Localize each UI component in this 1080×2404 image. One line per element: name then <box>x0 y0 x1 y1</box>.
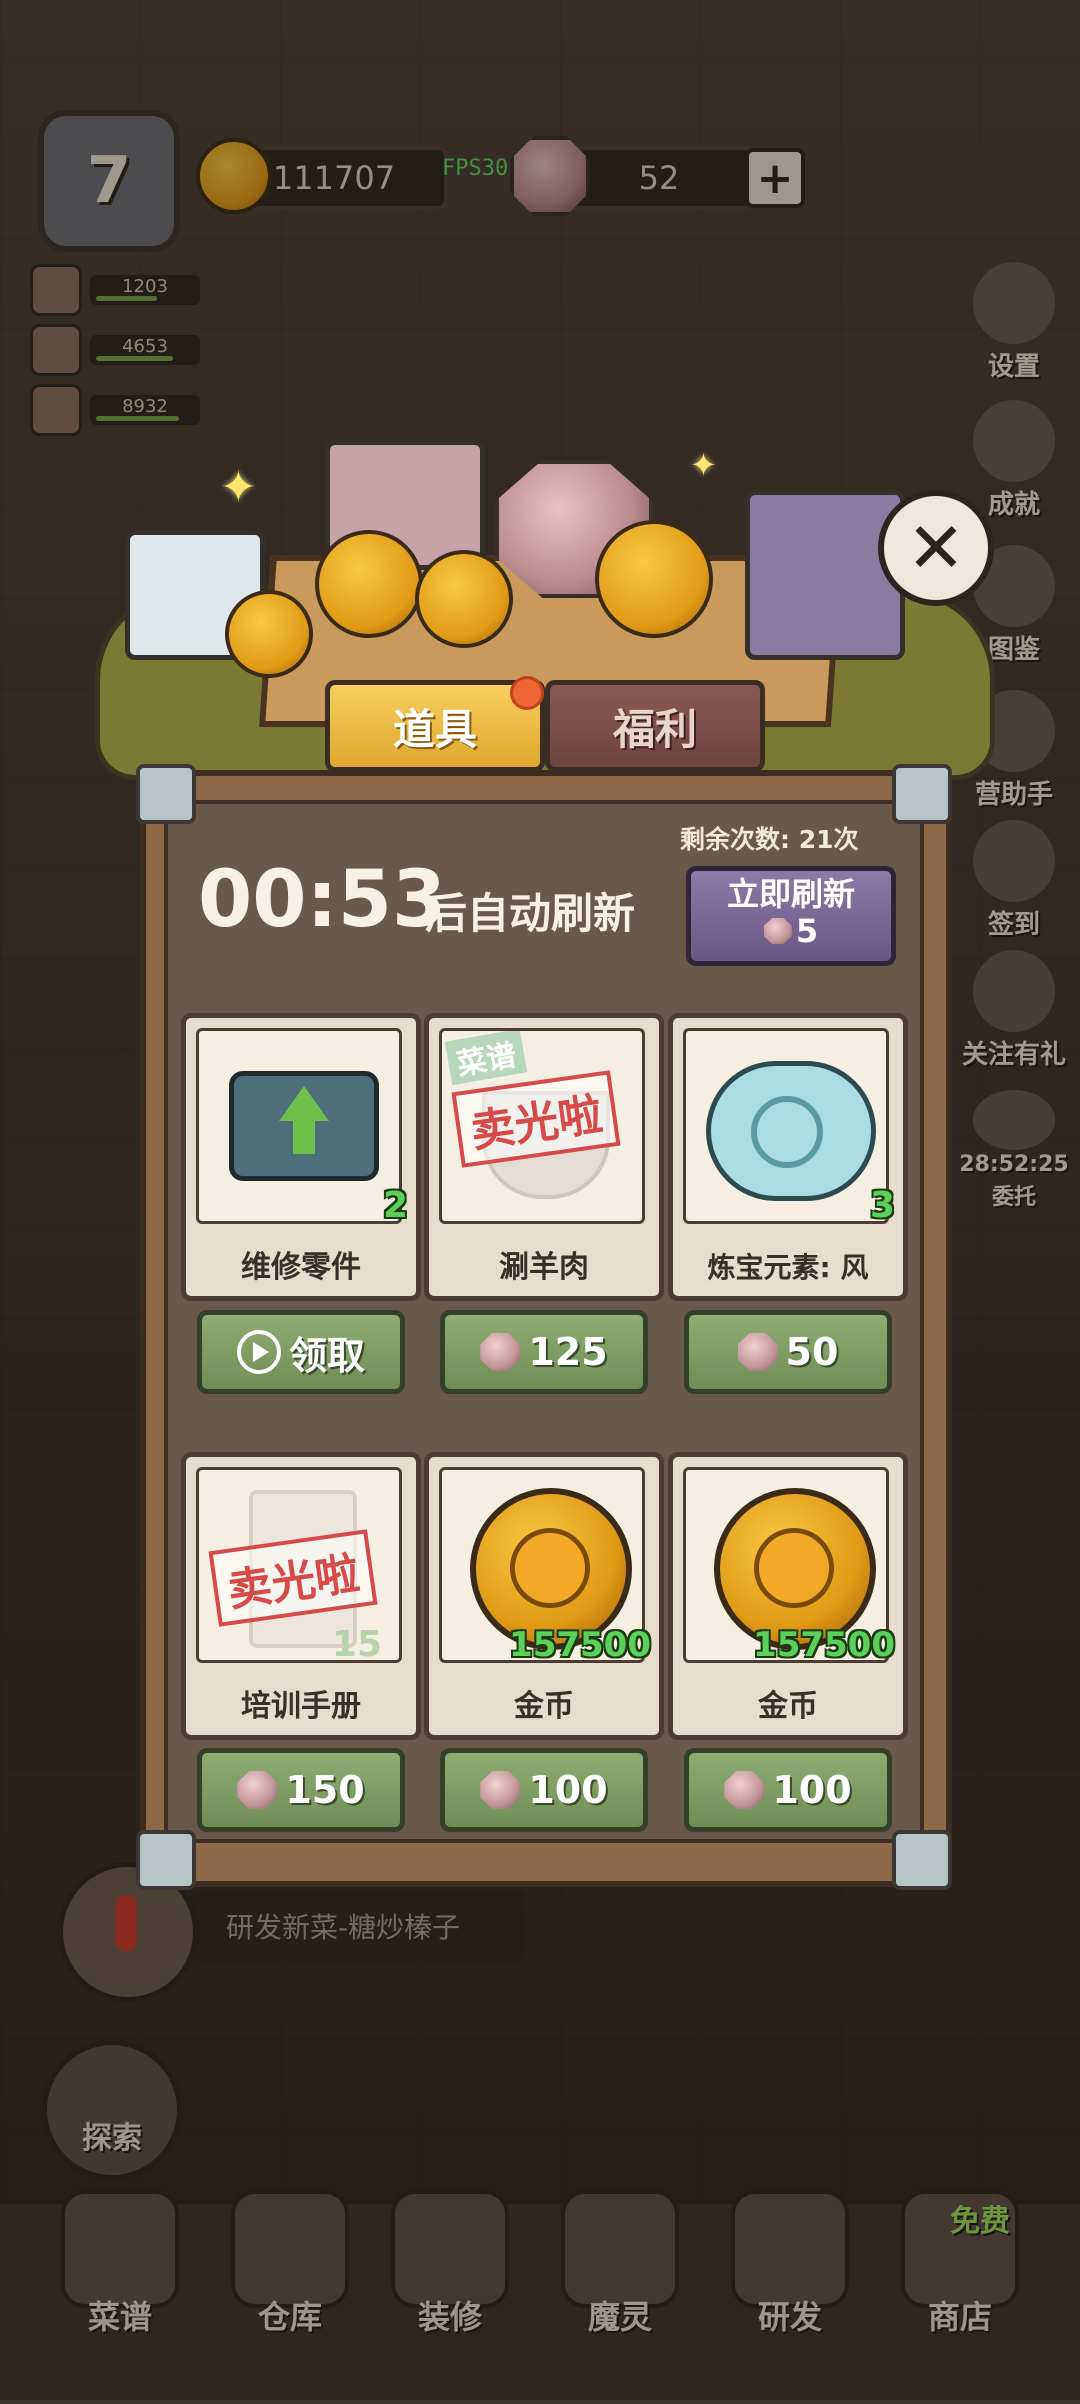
refresh-now-button[interactable]: 立即刷新 5 <box>686 866 896 966</box>
buy-button[interactable]: 150 <box>197 1748 405 1832</box>
shop-item-card[interactable]: 2 维修零件 <box>181 1013 421 1301</box>
price: 100 <box>772 1768 852 1812</box>
shop-item-card[interactable]: 菜谱 卖光啦 涮羊肉 <box>424 1013 664 1301</box>
item-name: 炼宝元素: 风 <box>707 1251 869 1284</box>
price: 125 <box>528 1330 608 1374</box>
item-quantity: 2 <box>382 1185 408 1226</box>
wind-element-icon <box>706 1061 876 1201</box>
gem-icon <box>724 1771 765 1809</box>
gem-icon <box>763 918 792 944</box>
item-name: 金币 <box>514 1689 574 1724</box>
claim-label: 领取 <box>288 1333 365 1378</box>
claim-button[interactable]: 领取 <box>197 1310 405 1394</box>
refresh-now-label: 立即刷新 <box>726 875 855 913</box>
price: 100 <box>528 1768 608 1812</box>
refresh-timer-label: 后自动刷新 <box>425 889 636 938</box>
shop-item-card[interactable]: 3 炼宝元素: 风 <box>668 1013 908 1301</box>
panel-corner <box>136 1830 196 1890</box>
buy-button[interactable]: 125 <box>440 1310 648 1394</box>
item-quantity: 157500 <box>509 1625 651 1665</box>
shop-item-card[interactable]: 157500 金币 <box>668 1452 908 1740</box>
coin-pile-icon <box>225 590 313 678</box>
buy-button[interactable]: 100 <box>684 1748 892 1832</box>
buy-button[interactable]: 100 <box>440 1748 648 1832</box>
price: 50 <box>785 1330 839 1374</box>
gift-box-icon <box>745 490 905 660</box>
play-video-icon <box>236 1330 281 1374</box>
tab-welfare[interactable]: 福利 <box>545 680 765 772</box>
refresh-timer: 00:53 <box>198 855 447 945</box>
price: 150 <box>285 1768 365 1812</box>
shop-item-card[interactable]: 157500 金币 <box>424 1452 664 1740</box>
close-button[interactable]: ✕ <box>878 490 994 606</box>
buy-button[interactable]: 50 <box>684 1310 892 1394</box>
item-name: 涮羊肉 <box>499 1250 589 1285</box>
coin-pile-icon <box>315 530 423 638</box>
notification-dot <box>510 676 544 710</box>
item-name: 培训手册 <box>241 1689 361 1724</box>
gem-icon <box>737 1333 778 1371</box>
coin-pile-icon <box>595 520 713 638</box>
item-name: 维修零件 <box>241 1250 361 1285</box>
panel-corner <box>136 764 196 824</box>
remaining-refreshes: 剩余次数: 21次 <box>680 825 859 854</box>
panel-corner <box>892 1830 952 1890</box>
recipe-tag: 菜谱 <box>444 1031 528 1086</box>
chip-icon <box>229 1071 379 1181</box>
item-quantity: 157500 <box>753 1625 895 1665</box>
item-quantity: 15 <box>331 1624 382 1665</box>
gem-icon <box>480 1333 521 1371</box>
refresh-cost: 5 <box>795 912 819 950</box>
item-quantity: 3 <box>869 1185 895 1226</box>
gem-icon <box>480 1771 521 1809</box>
shop-item-card[interactable]: 卖光啦 15 培训手册 <box>181 1452 421 1740</box>
item-name: 金币 <box>758 1689 818 1724</box>
coin-pile-icon <box>415 550 513 648</box>
panel-corner <box>892 764 952 824</box>
sparkle-icon: ✦ <box>690 446 717 484</box>
gem-icon <box>237 1771 278 1809</box>
sparkle-icon: ✦ <box>220 462 257 513</box>
